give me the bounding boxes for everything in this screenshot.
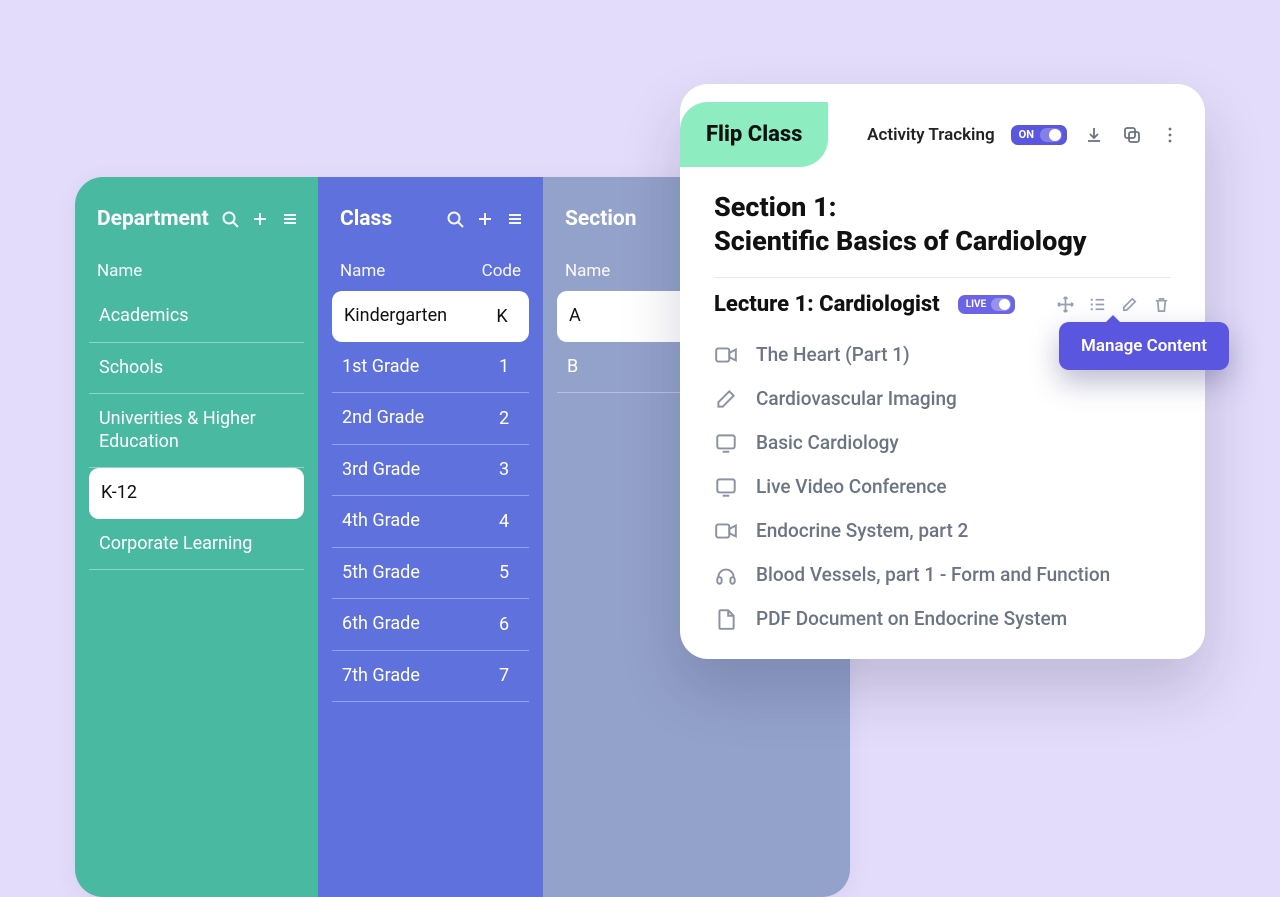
- manage-content-tooltip: Manage Content: [1059, 322, 1229, 370]
- screen-icon: [714, 475, 738, 499]
- divider: [714, 277, 1171, 278]
- content-item[interactable]: PDF Document on Endocrine System: [714, 607, 1171, 631]
- list-icon[interactable]: [1087, 294, 1107, 314]
- list-item[interactable]: 2nd Grade2: [332, 393, 529, 445]
- video-icon: [714, 519, 738, 543]
- content-label: Basic Cardiology: [756, 431, 899, 454]
- live-toggle[interactable]: LIVE: [958, 295, 1016, 314]
- list-item[interactable]: 5th Grade5: [332, 548, 529, 600]
- download-icon[interactable]: [1083, 124, 1105, 146]
- department-header: Department: [75, 177, 318, 251]
- live-label: LIVE: [966, 299, 987, 310]
- department-column: Department Name AcademicsSchoolsUniverit…: [75, 177, 318, 897]
- code-header: Code: [482, 261, 521, 281]
- department-list: AcademicsSchoolsUniverities & Higher Edu…: [75, 291, 318, 570]
- list-item[interactable]: Univerities & Higher Education: [89, 394, 304, 468]
- content-item[interactable]: Live Video Conference: [714, 475, 1171, 499]
- list-item[interactable]: KindergartenK: [332, 291, 529, 342]
- menu-icon[interactable]: [280, 209, 300, 229]
- department-subheader: Name: [75, 251, 318, 291]
- search-icon[interactable]: [220, 209, 240, 229]
- list-item[interactable]: 6th Grade6: [332, 599, 529, 651]
- lecture-actions: Manage Content: [1055, 294, 1171, 314]
- class-header: Class: [318, 177, 543, 251]
- video-icon: [714, 343, 738, 367]
- name-header: Name: [340, 261, 482, 281]
- list-item[interactable]: K-12: [89, 468, 304, 519]
- list-item[interactable]: Corporate Learning: [89, 519, 304, 571]
- list-item[interactable]: 3rd Grade3: [332, 445, 529, 497]
- menu-icon[interactable]: [505, 209, 525, 229]
- flip-card-header: Flip Class Activity Tracking ON: [680, 84, 1205, 177]
- list-item[interactable]: Academics: [89, 291, 304, 343]
- content-label: Endocrine System, part 2: [756, 519, 968, 542]
- content-label: Blood Vessels, part 1 - Form and Functio…: [756, 563, 1110, 586]
- class-column: Class Name Code KindergartenK1st Grade12…: [318, 177, 543, 897]
- copy-icon[interactable]: [1121, 124, 1143, 146]
- move-icon[interactable]: [1055, 294, 1075, 314]
- activity-tracking-label: Activity Tracking: [867, 125, 994, 145]
- class-subheader: Name Code: [318, 251, 543, 291]
- toggle-on-label: ON: [1019, 128, 1034, 141]
- content-item[interactable]: Cardiovascular Imaging: [714, 387, 1171, 411]
- name-header: Name: [97, 261, 296, 281]
- class-list: KindergartenK1st Grade12nd Grade23rd Gra…: [318, 291, 543, 702]
- content-label: The Heart (Part 1): [756, 343, 910, 366]
- file-icon: [714, 607, 738, 631]
- flip-class-tab[interactable]: Flip Class: [680, 102, 828, 167]
- screen-icon: [714, 431, 738, 455]
- list-item[interactable]: 1st Grade1: [332, 342, 529, 394]
- content-item[interactable]: Endocrine System, part 2: [714, 519, 1171, 543]
- content-label: PDF Document on Endocrine System: [756, 607, 1067, 630]
- flip-class-card: Flip Class Activity Tracking ON Section …: [680, 84, 1205, 659]
- edit-icon[interactable]: [1119, 294, 1139, 314]
- list-item[interactable]: 7th Grade7: [332, 651, 529, 703]
- search-icon[interactable]: [445, 209, 465, 229]
- add-icon[interactable]: [250, 209, 270, 229]
- audio-icon: [714, 563, 738, 587]
- add-icon[interactable]: [475, 209, 495, 229]
- content-item[interactable]: Blood Vessels, part 1 - Form and Functio…: [714, 563, 1171, 587]
- list-item[interactable]: Schools: [89, 343, 304, 395]
- content-item[interactable]: Basic Cardiology: [714, 431, 1171, 455]
- lecture-title: Lecture 1: Cardiologist: [714, 292, 940, 317]
- lecture-row: Lecture 1: Cardiologist LIVE Manage Cont…: [714, 292, 1171, 317]
- activity-tracking-toggle[interactable]: ON: [1011, 125, 1067, 145]
- content-label: Live Video Conference: [756, 475, 947, 498]
- list-item[interactable]: 4th Grade4: [332, 496, 529, 548]
- content-label: Cardiovascular Imaging: [756, 387, 957, 410]
- edit-icon: [714, 387, 738, 411]
- content-list: The Heart (Part 1) Cardiovascular Imaging…: [714, 343, 1171, 631]
- delete-icon[interactable]: [1151, 294, 1171, 314]
- more-icon[interactable]: [1159, 124, 1181, 146]
- class-title: Class: [340, 207, 435, 231]
- department-title: Department: [97, 207, 210, 231]
- section-title: Section 1: Scientific Basics of Cardiolo…: [714, 191, 1171, 259]
